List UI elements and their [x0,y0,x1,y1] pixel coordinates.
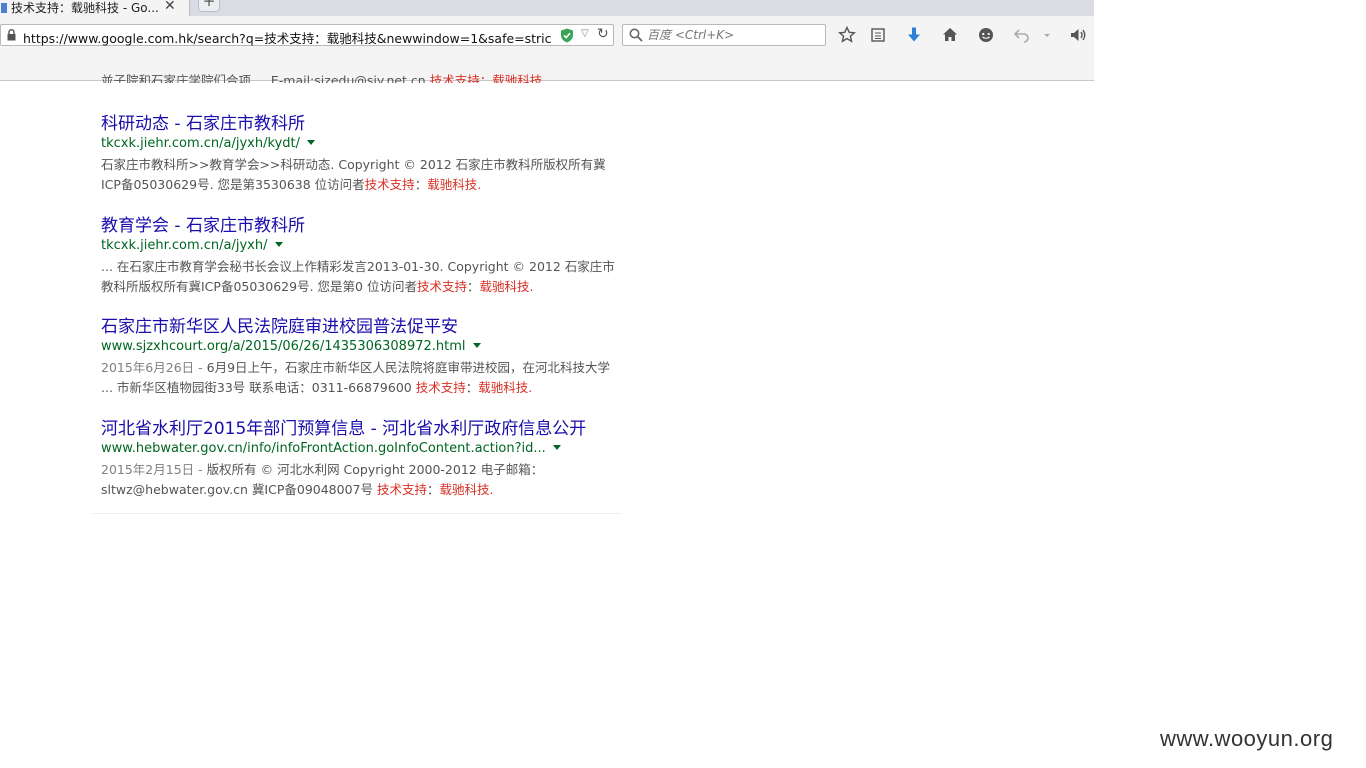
search-result: 河北省水利厅2015年部门预算信息 - 河北省水利厅政府信息公开 www.heb… [101,418,621,500]
result-title-link[interactable]: 河北省水利厅2015年部门预算信息 - 河北省水利厅政府信息公开 [101,418,621,440]
snippet-highlight: 载驰科技. [478,380,533,395]
result-date: 2015年6月26日 - [101,360,207,375]
home-icon[interactable] [940,25,960,45]
reading-list-icon[interactable] [868,25,888,45]
result-url: tkcxk.jiehr.com.cn/a/jyxh/ [101,237,621,254]
shield-icon[interactable] [560,28,574,43]
snippet-highlight: 技术支持：载驰科技. [429,73,547,83]
snippet-text: ... 在石家庄市教育学会秘书长会议上作精彩发言2013-01-30. Copy… [101,259,615,294]
browser-tab[interactable]: 技术支持：载驰科技 - Go... ✕ [0,0,190,16]
result-title-link[interactable]: 教育学会 - 石家庄市教科所 [101,215,621,237]
search-result: 科研动态 - 石家庄市教科所 tkcxk.jiehr.com.cn/a/jyxh… [101,113,621,195]
snippet-highlight: 载驰科技. [427,177,482,192]
result-title-link[interactable]: 石家庄市新华区人民法院庭审进校园普法促平安 [101,316,621,338]
reload-icon[interactable]: ↻ [597,26,609,42]
tab-strip: 技术支持：载驰科技 - Go... ✕ + [0,0,1094,16]
result-url-link[interactable]: www.hebwater.gov.cn/info/infoFrontAction… [101,441,546,456]
result-title-link[interactable]: 科研动态 - 石家庄市教科所 [101,113,621,135]
snippet-separator: ： [426,482,440,497]
browser-chrome: 技术支持：载驰科技 - Go... ✕ + https://www.google… [0,0,1094,81]
result-menu-caret-icon[interactable] [307,140,315,145]
result-menu-caret-icon[interactable] [552,445,561,450]
result-snippet-cut: 並子院和石家庄学院们合项 ... E-mail:sjzedu@sjy.net.c… [101,73,546,83]
search-result: 石家庄市新华区人民法院庭审进校园普法促平安 www.sjzxhcourt.org… [101,316,621,398]
result-url-link[interactable]: www.sjzxhcourt.org/a/2015/06/26/14353063… [101,339,466,354]
result-url: tkcxk.jiehr.com.cn/a/jyxh/kydt/ [101,135,621,152]
url-bar[interactable]: https://www.google.com.hk/search?q=技术支持：… [0,24,614,46]
result-snippet: 2015年6月26日 - 6月9日上午，石家庄市新华区人民法院将庭审带进校园，在… [101,358,621,398]
result-snippet: ... 在石家庄市教育学会秘书长会议上作精彩发言2013-01-30. Copy… [101,257,621,297]
result-url-link[interactable]: tkcxk.jiehr.com.cn/a/jyxh/ [101,238,268,253]
result-snippet: 2015年2月15日 - 版权所有 © 河北水利网 Copyright 2000… [101,460,621,500]
snippet-separator: ： [465,380,479,395]
favicon-icon [1,3,7,13]
results-divider [93,513,621,514]
url-dropdown-icon[interactable]: ▽ [581,28,589,39]
snippet-highlight: 技术支持 [364,177,415,192]
snippet-highlight: 技术支持 [416,279,467,294]
download-icon[interactable] [904,25,924,45]
url-text[interactable]: https://www.google.com.hk/search?q=技术支持：… [23,28,551,47]
snippet-highlight: 载驰科技. [479,279,534,294]
search-icon [629,28,643,42]
search-results-area: 並子院和石家庄学院们合项 ... E-mail:sjzedu@sjy.net.c… [0,73,1366,768]
bookmark-star-icon[interactable] [837,25,857,45]
result-url: www.hebwater.gov.cn/info/infoFrontAction… [101,440,621,457]
result-url: www.sjzxhcourt.org/a/2015/06/26/14353063… [101,338,621,355]
search-input[interactable] [647,27,817,43]
snippet-text: 並子院和石家庄学院们合项 ... E-mail:sjzedu@sjy.net.c… [101,73,430,83]
new-tab-button[interactable]: + [198,0,220,12]
undo-dropdown-icon[interactable] [1040,25,1054,45]
search-result: 教育学会 - 石家庄市教科所 tkcxk.jiehr.com.cn/a/jyxh… [101,215,621,297]
tab-title: 技术支持：载驰科技 - Go... [11,1,159,15]
tab-close-icon[interactable]: ✕ [164,0,176,14]
result-snippet: 石家庄市教科所>>教育学会>>科研动态. Copyright © 2012 石家… [101,155,621,195]
chat-icon[interactable] [976,25,996,45]
result-date: 2015年2月15日 - [101,462,207,477]
lock-icon [7,29,16,41]
result-menu-caret-icon[interactable] [472,343,481,348]
search-bar[interactable] [622,24,826,46]
snippet-text: 石家庄市教科所>>教育学会>>科研动态. Copyright © 2012 石家… [101,157,606,192]
snippet-separator: ： [414,177,428,192]
speaker-icon[interactable] [1068,25,1088,45]
snippet-highlight: 技术支持 [376,482,427,497]
snippet-highlight: 技术支持 [415,380,466,395]
nav-bar: https://www.google.com.hk/search?q=技术支持：… [0,22,1094,50]
snippet-separator: ： [466,279,480,294]
result-menu-caret-icon[interactable] [274,242,283,247]
snippet-highlight: 载驰科技. [439,482,494,497]
watermark-text: www.wooyun.org [1160,726,1334,751]
result-url-link[interactable]: tkcxk.jiehr.com.cn/a/jyxh/kydt/ [101,136,300,151]
undo-icon[interactable] [1012,25,1032,45]
